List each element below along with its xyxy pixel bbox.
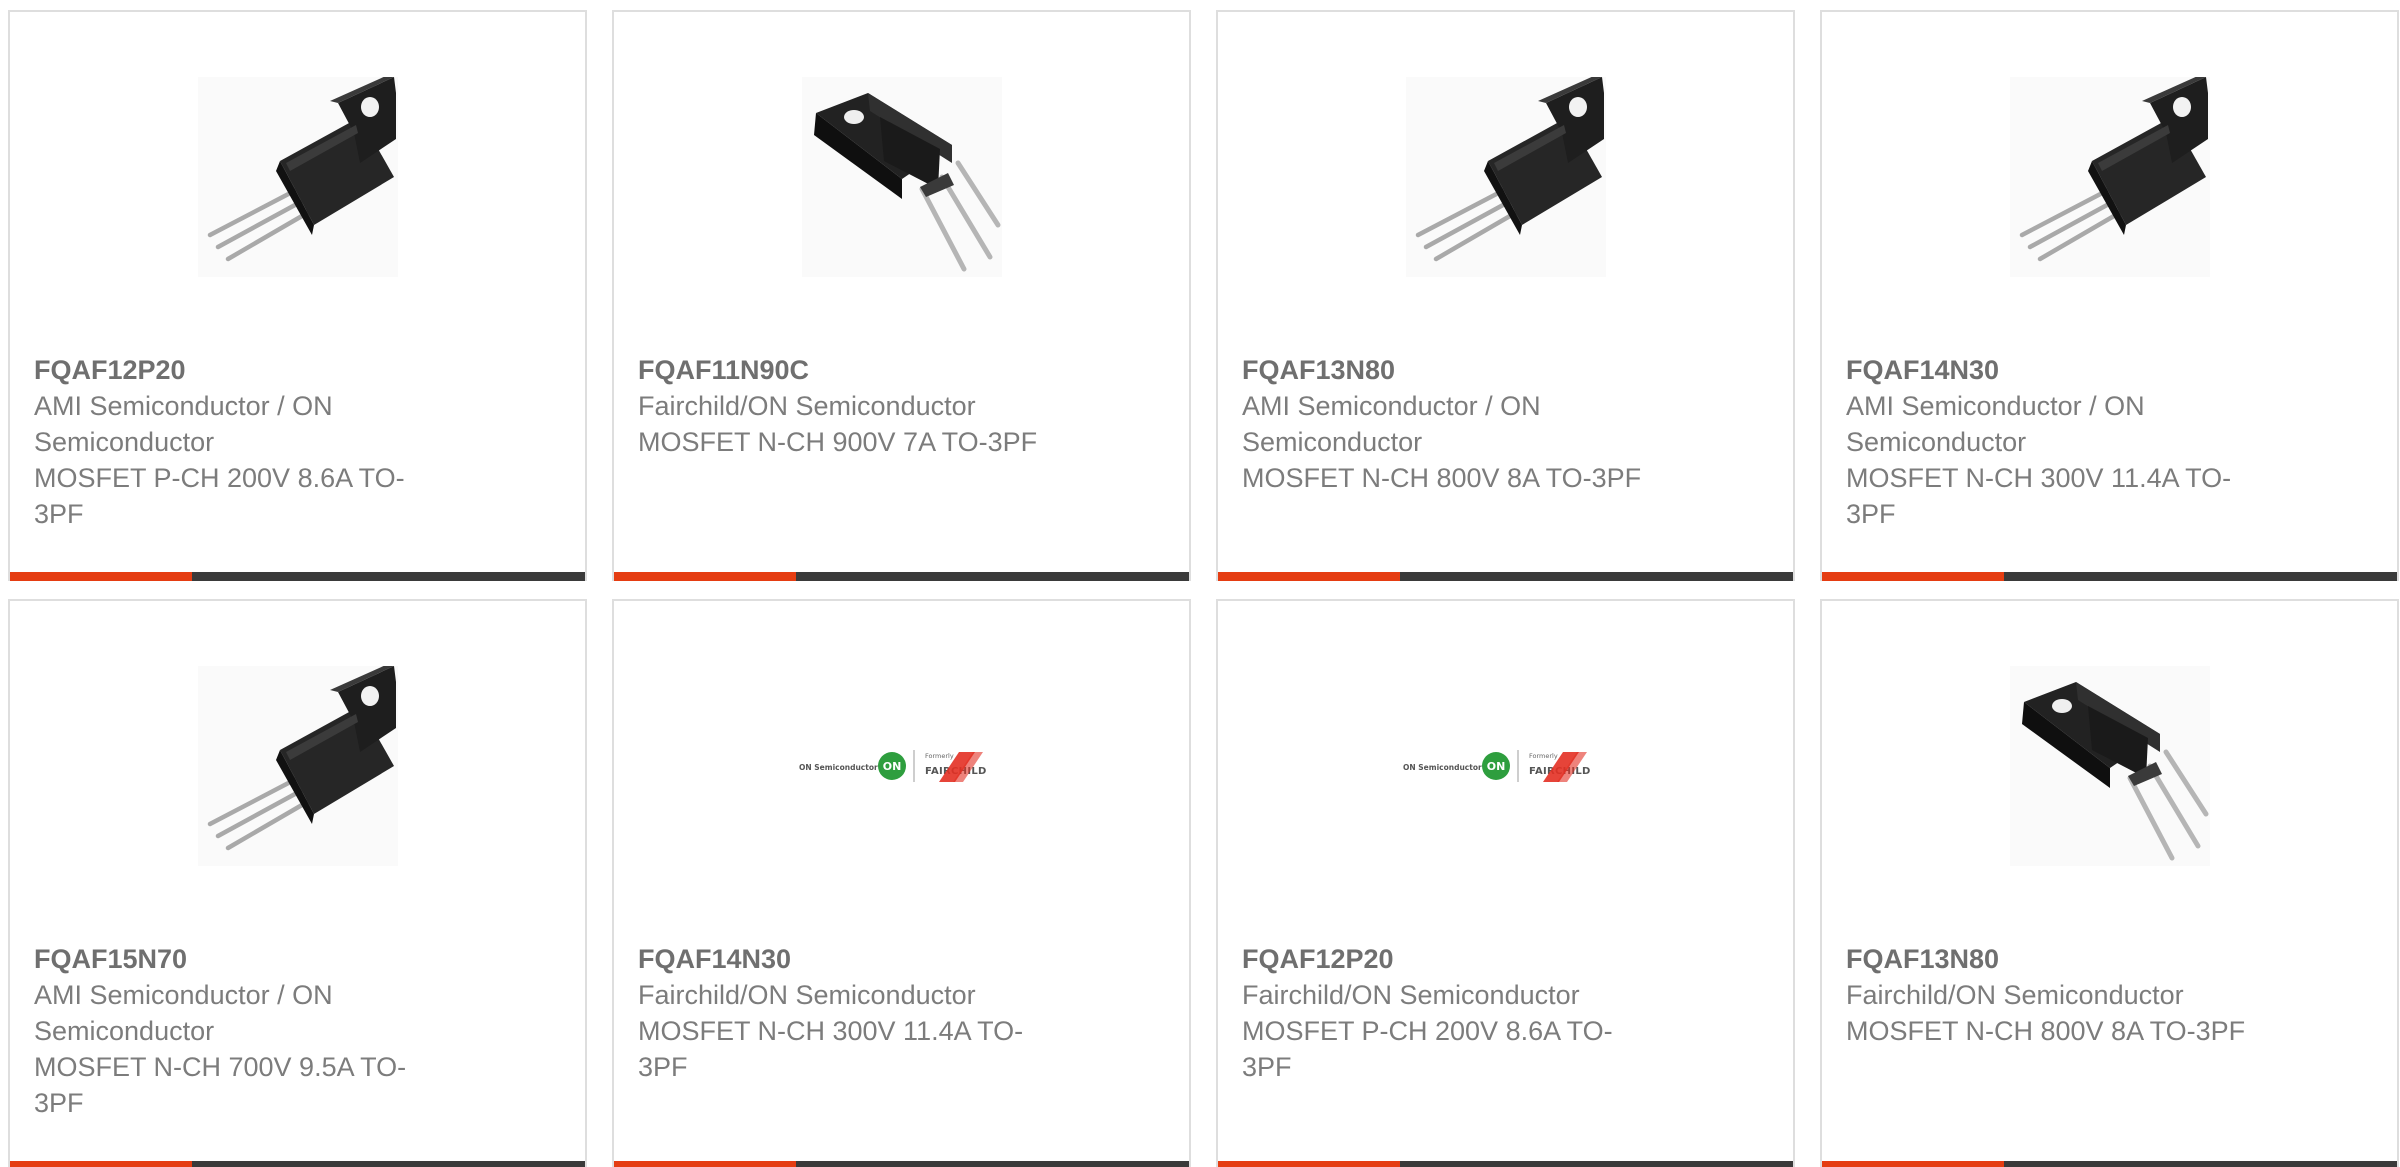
part-number[interactable]: FQAF13N80 [1846,941,2266,977]
card-bottom-bar [1822,572,2397,581]
card-bottom-bar [1218,1161,1793,1167]
card-accent-strip [1822,572,2004,581]
card-bottom-bar [10,572,585,581]
description: MOSFET N-CH 900V 7A TO-3PF [638,427,1038,457]
product-info: FQAF13N80 Fairchild/ON Semiconductor MOSFE… [1846,941,2266,1049]
product-info: FQAF13N80 AMI Semiconductor / ON Semicond… [1242,352,1662,496]
manufacturer: AMI Semiconductor / ON Semiconductor [34,980,333,1046]
transistor-image [1405,77,1606,277]
svg-text:ON: ON [1486,760,1505,773]
product-image[interactable] [10,72,585,282]
description: MOSFET P-CH 200V 8.6A TO-3PF [1242,1016,1613,1082]
product-card[interactable]: FQAF11N90C Fairchild/ON Semiconductor MOSF… [612,10,1191,581]
on-fairchild-logo: ON Semiconductor ON Formerly FAIRCHILD [1403,750,1590,782]
part-number[interactable]: FQAF14N30 [638,941,1058,977]
description: MOSFET N-CH 800V 8A TO-3PF [1242,463,1642,493]
product-info: FQAF14N30 AMI Semiconductor / ON Semicond… [1846,352,2266,532]
product-card[interactable]: FQAF15N70 AMI Semiconductor / ON Semicond… [8,599,587,1167]
description: MOSFET N-CH 700V 9.5A TO-3PF [34,1052,407,1118]
card-accent-strip [614,1161,796,1167]
manufacturer: AMI Semiconductor / ON Semiconductor [34,391,333,457]
transistor-image [801,77,1002,277]
product-card[interactable]: FQAF13N80 Fairchild/ON Semiconductor MOSFE… [1820,599,2399,1167]
product-info: FQAF11N90C Fairchild/ON Semiconductor MOSF… [638,352,1058,460]
part-number[interactable]: FQAF13N80 [1242,352,1662,388]
card-accent-strip [10,1161,192,1167]
product-card[interactable]: FQAF14N30 AMI Semiconductor / ON Semicond… [1820,10,2399,581]
transistor-image [197,666,398,866]
part-number[interactable]: FQAF12P20 [34,352,454,388]
product-card[interactable]: ON Semiconductor ON Formerly FAIRCHILD F… [1216,599,1795,1167]
svg-text:ON Semiconductor: ON Semiconductor [1403,763,1482,772]
svg-text:ON Semiconductor: ON Semiconductor [799,763,878,772]
card-bottom-bar [10,1161,585,1167]
product-card[interactable]: ON Semiconductor ON Formerly FAIRCHILD F… [612,599,1191,1167]
product-info: FQAF14N30 Fairchild/ON Semiconductor MOSFE… [638,941,1058,1085]
manufacturer: Fairchild/ON Semiconductor [1846,980,2184,1010]
description: MOSFET N-CH 300V 11.4A TO-3PF [1846,463,2232,529]
product-image[interactable]: ON Semiconductor ON Formerly FAIRCHILD [1218,661,1793,871]
transistor-image [2009,77,2210,277]
product-grid: FQAF12P20 AMI Semiconductor / ON Semicond… [8,10,2400,1167]
card-accent-strip [10,572,192,581]
product-info: FQAF12P20 AMI Semiconductor / ON Semicond… [34,352,454,532]
description: MOSFET P-CH 200V 8.6A TO-3PF [34,463,405,529]
description: MOSFET N-CH 800V 8A TO-3PF [1846,1016,2246,1046]
product-image[interactable] [1822,72,2397,282]
card-accent-strip [1218,1161,1400,1167]
card-accent-strip [614,572,796,581]
manufacturer: AMI Semiconductor / ON Semiconductor [1242,391,1541,457]
manufacturer: Fairchild/ON Semiconductor [1242,980,1580,1010]
manufacturer: Fairchild/ON Semiconductor [638,391,976,421]
svg-text:ON: ON [882,760,901,773]
card-bottom-bar [614,1161,1189,1167]
card-bottom-bar [1822,1161,2397,1167]
card-bottom-bar [614,572,1189,581]
part-number[interactable]: FQAF14N30 [1846,352,2266,388]
product-image[interactable] [1218,72,1793,282]
product-info: FQAF12P20 Fairchild/ON Semiconductor MOSFE… [1242,941,1662,1085]
part-number[interactable]: FQAF12P20 [1242,941,1662,977]
part-number[interactable]: FQAF15N70 [34,941,454,977]
description: MOSFET N-CH 300V 11.4A TO-3PF [638,1016,1024,1082]
product-image[interactable] [1822,661,2397,871]
product-info: FQAF15N70 AMI Semiconductor / ON Semicond… [34,941,454,1121]
manufacturer: Fairchild/ON Semiconductor [638,980,976,1010]
part-number[interactable]: FQAF11N90C [638,352,1058,388]
product-image[interactable]: ON Semiconductor ON Formerly FAIRCHILD [614,661,1189,871]
product-image[interactable] [614,72,1189,282]
manufacturer: AMI Semiconductor / ON Semiconductor [1846,391,2145,457]
transistor-image [197,77,398,277]
card-accent-strip [1822,1161,2004,1167]
card-bottom-bar [1218,572,1793,581]
card-accent-strip [1218,572,1400,581]
product-card[interactable]: FQAF13N80 AMI Semiconductor / ON Semicond… [1216,10,1795,581]
svg-text:Formerly: Formerly [925,752,954,760]
transistor-image [2009,666,2210,866]
product-card[interactable]: FQAF12P20 AMI Semiconductor / ON Semicond… [8,10,587,581]
svg-text:Formerly: Formerly [1529,752,1558,760]
product-image[interactable] [10,661,585,871]
on-fairchild-logo: ON Semiconductor ON Formerly FAIRCHILD [799,750,986,782]
